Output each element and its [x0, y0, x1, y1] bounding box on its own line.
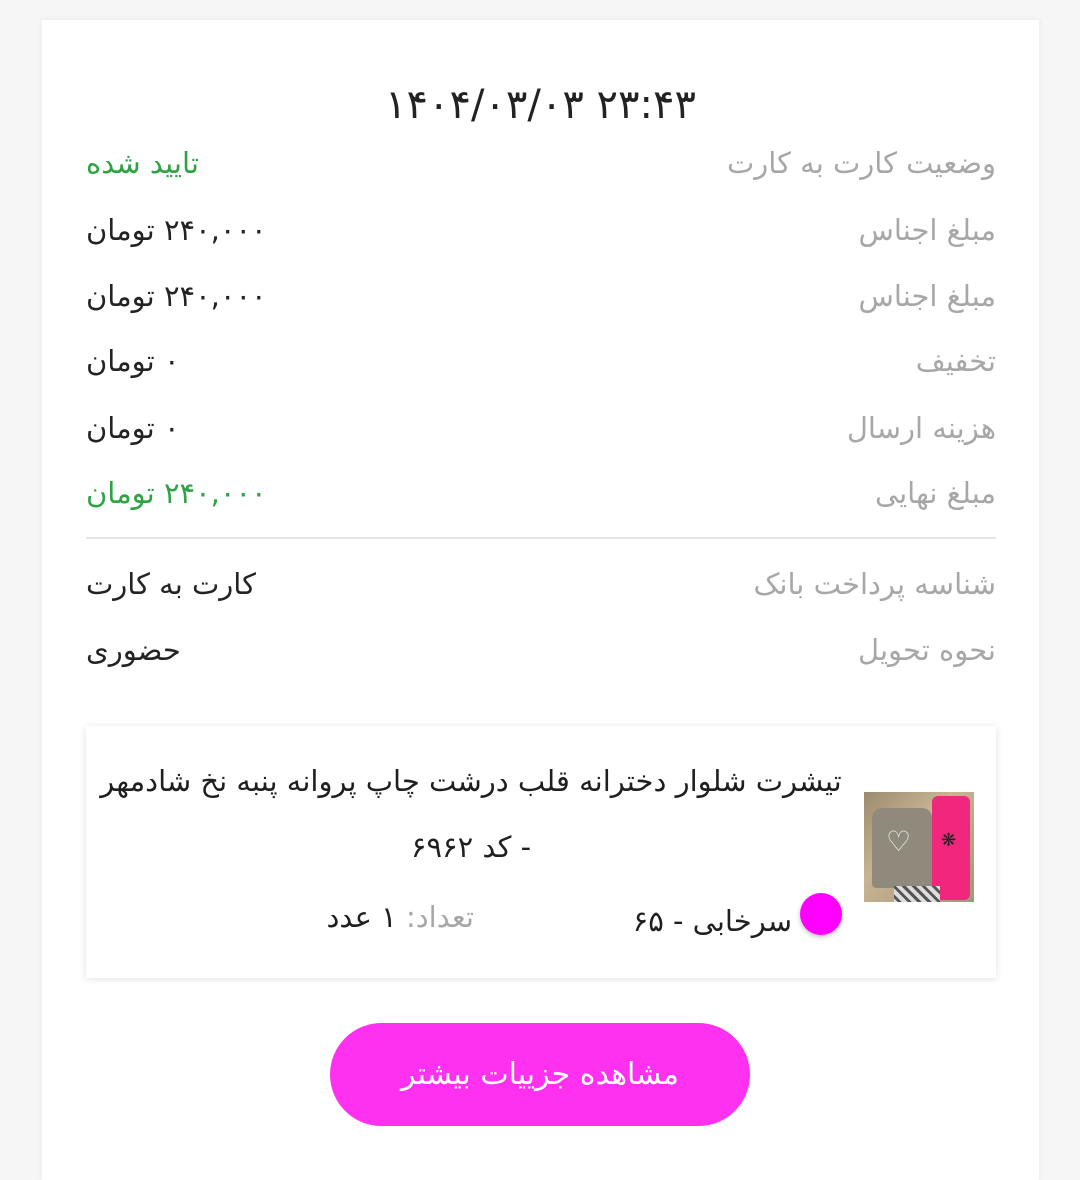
row-value: ۲۴۰,۰۰۰ تومان: [86, 279, 267, 313]
row-value: ۲۴۰,۰۰۰ تومان: [86, 213, 267, 247]
heart-icon: ♡: [886, 825, 912, 858]
butterfly-icon: ❋: [941, 830, 957, 851]
product-item[interactable]: ♡ ❋ تیشرت شلوار دخترانه قلب درشت چاپ پرو…: [86, 726, 996, 978]
row-bank-payment-id: شناسه پرداخت بانک کارت به کارت: [86, 559, 996, 609]
row-value: ۰ تومان: [86, 344, 180, 378]
row-label: شناسه پرداخت بانک: [753, 567, 996, 601]
quantity-value: ۱ عدد: [326, 900, 397, 934]
quantity-label: تعداد:: [405, 900, 474, 934]
row-label: تخفیف: [915, 344, 996, 378]
row-items-amount: مبلغ اجناس ۲۴۰,۰۰۰ تومان: [86, 205, 996, 255]
row-delivery-method: نحوه تحویل حضوری: [86, 625, 996, 675]
row-label: وضعیت کارت به کارت: [726, 146, 996, 180]
pattern-shape: [894, 886, 940, 902]
product-thumbnail[interactable]: ♡ ❋: [864, 792, 974, 902]
row-label: هزینه ارسال: [846, 411, 996, 445]
color-swatch: [800, 893, 842, 935]
final-amount-value: ۲۴۰,۰۰۰ تومان: [86, 476, 267, 510]
row-label: مبلغ اجناس: [858, 213, 996, 247]
view-details-button[interactable]: مشاهده جزییات بیشتر: [330, 1023, 750, 1126]
product-quantity: تعداد: ۱ عدد: [304, 900, 475, 940]
product-variant: سرخابی - ۶۵: [632, 904, 792, 938]
row-final-amount: مبلغ نهایی ۲۴۰,۰۰۰ تومان: [86, 468, 996, 518]
row-shipping: هزینه ارسال ۰ تومان: [86, 403, 996, 453]
row-items-amount-2: مبلغ اجناس ۲۴۰,۰۰۰ تومان: [86, 271, 996, 321]
row-label: مبلغ اجناس: [858, 279, 996, 313]
row-discount: تخفیف ۰ تومان: [86, 336, 996, 386]
row-value: ۰ تومان: [86, 411, 180, 445]
order-datetime: ۱۴۰۴/۰۳/۰۳ ۲۳:۴۳: [385, 82, 696, 128]
row-label: مبلغ نهایی: [874, 476, 996, 510]
row-value: حضوری: [86, 633, 181, 667]
divider: [86, 537, 996, 539]
product-title: تیشرت شلوار دخترانه قلب درشت چاپ پروانه …: [100, 764, 842, 864]
row-label: نحوه تحویل: [858, 633, 996, 667]
row-value: کارت به کارت: [86, 567, 256, 601]
order-card: ۱۴۰۴/۰۳/۰۳ ۲۳:۴۳ وضعیت کارت به کارت تایی…: [42, 20, 1039, 1180]
row-card-status: وضعیت کارت به کارت تایید شده: [86, 138, 996, 188]
status-badge: تایید شده: [86, 146, 199, 180]
